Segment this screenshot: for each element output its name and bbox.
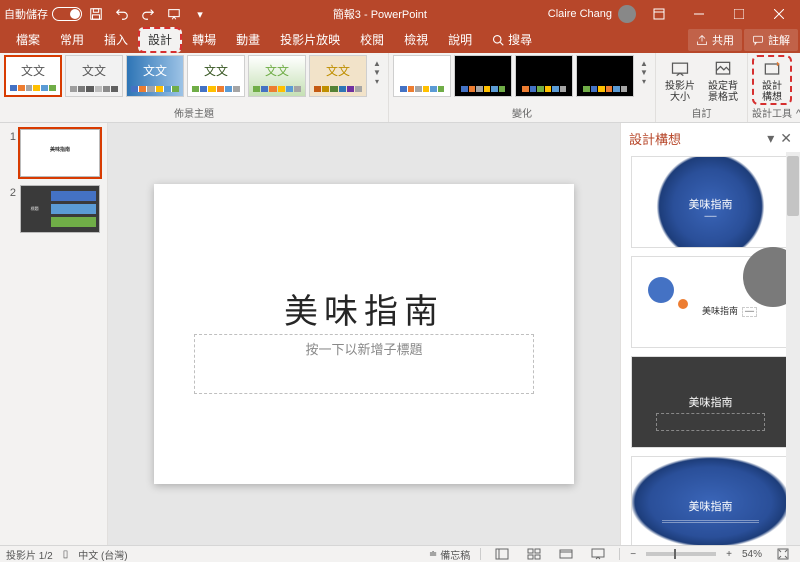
slideshow-view-button[interactable] — [587, 547, 609, 562]
variants-more-button[interactable]: ▲▼▾ — [637, 55, 651, 90]
design-ideas-icon — [762, 59, 782, 79]
slide-mini-1[interactable]: 美味指南 — [20, 129, 100, 177]
search-icon — [492, 34, 504, 46]
tab-help[interactable]: 說明 — [438, 27, 482, 53]
close-button[interactable] — [762, 0, 796, 28]
group-variants: ▲▼▾ 變化 — [389, 53, 656, 122]
group-label-variants: 變化 — [393, 105, 651, 122]
theme-thumb-6[interactable]: 文文 — [309, 55, 367, 97]
user-avatar[interactable] — [618, 5, 636, 23]
user-name[interactable]: Claire Chang — [548, 8, 612, 20]
reading-view-button[interactable] — [555, 547, 577, 562]
slide-counter[interactable]: 投影片 1/2 — [6, 547, 53, 562]
pane-header: 設計構想 ▾ ✕ — [621, 123, 800, 152]
redo-button[interactable] — [136, 3, 160, 25]
comments-button[interactable]: 註解 — [744, 29, 798, 51]
variant-thumb-4[interactable] — [576, 55, 634, 97]
themes-more-button[interactable]: ▲▼▾ — [370, 55, 384, 90]
notes-button[interactable]: ≐ 備忘稿 — [429, 547, 470, 562]
theme-thumb-2[interactable]: 文文 — [65, 55, 123, 97]
group-label-design-tools: 設計工具 — [752, 105, 792, 122]
theme-thumb-3[interactable]: 文文 — [126, 55, 184, 97]
slide-thumbnail-panel: 1 美味指南 2 標題 — [0, 123, 108, 545]
maximize-button[interactable] — [722, 0, 756, 28]
slide-size-icon — [670, 59, 690, 79]
tab-review[interactable]: 校閱 — [350, 27, 394, 53]
pane-body: 美味指南━━━━ 美味指南 ━━━ 美味指南 美味指南 — [621, 152, 800, 545]
comment-icon — [752, 34, 764, 46]
share-icon — [696, 34, 708, 46]
design-ideas-pane: 設計構想 ▾ ✕ 美味指南━━━━ 美味指南 ━━━ 美味指南 美味指南 — [620, 123, 800, 545]
share-button[interactable]: 共用 — [688, 29, 742, 51]
format-background-button[interactable]: 設定背 景格式 — [703, 55, 743, 103]
tab-transitions[interactable]: 轉場 — [182, 27, 226, 53]
slide-thumbnail-1[interactable]: 1 美味指南 — [6, 129, 101, 177]
design-idea-2[interactable]: 美味指南 ━━━ — [631, 256, 790, 348]
zoom-in-button[interactable]: + — [726, 549, 732, 560]
tab-slideshow[interactable]: 投影片放映 — [270, 27, 350, 53]
theme-thumb-4[interactable]: 文文 — [187, 55, 245, 97]
tab-insert[interactable]: 插入 — [94, 27, 138, 53]
search-box[interactable]: 搜尋 — [482, 27, 542, 53]
title-bar-right: Claire Chang — [548, 0, 796, 28]
slide-subtitle-placeholder[interactable]: 按一下以新增子標題 — [194, 334, 534, 394]
group-label-customize: 自訂 — [660, 105, 743, 122]
format-bg-icon — [713, 59, 733, 79]
tab-view[interactable]: 檢視 — [394, 27, 438, 53]
title-bar: 自動儲存 ▾ 簡報3 - PowerPoint Claire Chang — [0, 0, 800, 28]
pane-close-button[interactable]: ✕ — [780, 130, 792, 147]
tab-file[interactable]: 檔案 — [6, 27, 50, 53]
save-button[interactable] — [84, 3, 108, 25]
group-themes: 文文 文文 文文 文文 文文 文文 ▲▼▾ 佈景主題 — [0, 53, 389, 122]
slide-thumbnail-2[interactable]: 2 標題 — [6, 185, 101, 233]
present-from-start-button[interactable] — [162, 3, 186, 25]
pane-dropdown-button[interactable]: ▾ — [767, 130, 774, 147]
theme-thumb-5[interactable]: 文文 — [248, 55, 306, 97]
accessibility-icon[interactable]: ▯ — [63, 549, 69, 560]
zoom-slider[interactable] — [646, 552, 716, 556]
ribbon-display-button[interactable] — [642, 0, 676, 28]
zoom-out-button[interactable]: − — [630, 549, 636, 560]
pane-scrollbar[interactable] — [786, 152, 800, 545]
group-customize: 投影片 大小 設定背 景格式 自訂 — [656, 53, 748, 122]
main-area: 1 美味指南 2 標題 美味指南 按一下以新增子標題 設計構想 ▾ ✕ — [0, 123, 800, 545]
minimize-button[interactable] — [682, 0, 716, 28]
quick-access-toolbar: 自動儲存 ▾ — [4, 3, 212, 25]
design-idea-1[interactable]: 美味指南━━━━ — [631, 156, 790, 248]
autosave-label: 自動儲存 — [4, 6, 48, 22]
design-ideas-button[interactable]: 設計 構想 — [752, 55, 792, 105]
ribbon: 文文 文文 文文 文文 文文 文文 ▲▼▾ 佈景主題 ▲▼▾ 變化 投影片 大小 — [0, 53, 800, 123]
autosave-toggle[interactable]: 自動儲存 — [4, 6, 82, 22]
design-idea-3[interactable]: 美味指南 — [631, 356, 790, 448]
slide-mini-2[interactable]: 標題 — [20, 185, 100, 233]
theme-thumb-1[interactable]: 文文 — [4, 55, 62, 97]
status-bar: 投影片 1/2 ▯ 中文 (台灣) ≐ 備忘稿 − + 54% — [0, 545, 800, 562]
pane-title: 設計構想 — [629, 129, 681, 148]
group-design-tools: 設計 構想 設計工具 — [748, 53, 796, 122]
tab-design[interactable]: 設計 — [138, 27, 182, 53]
group-label-themes: 佈景主題 — [4, 105, 384, 122]
language-status[interactable]: 中文 (台灣) — [78, 547, 127, 562]
window-title: 簡報3 - PowerPoint — [212, 6, 548, 22]
zoom-level[interactable]: 54% — [742, 549, 762, 560]
normal-view-button[interactable] — [491, 547, 513, 562]
collapse-ribbon-button[interactable]: ^ — [796, 53, 800, 122]
slide-title[interactable]: 美味指南 — [214, 284, 514, 333]
sorter-view-button[interactable] — [523, 547, 545, 562]
qat-more-button[interactable]: ▾ — [188, 3, 212, 25]
slide-editor[interactable]: 美味指南 按一下以新增子標題 — [108, 123, 620, 545]
tab-animations[interactable]: 動畫 — [226, 27, 270, 53]
toggle-off-icon — [52, 7, 82, 21]
design-idea-4[interactable]: 美味指南 — [631, 456, 790, 545]
fit-to-window-button[interactable] — [772, 547, 794, 562]
slide-canvas[interactable]: 美味指南 按一下以新增子標題 — [154, 184, 574, 484]
slide-size-button[interactable]: 投影片 大小 — [660, 55, 700, 103]
variant-thumb-1[interactable] — [393, 55, 451, 97]
variant-thumb-2[interactable] — [454, 55, 512, 97]
tab-home[interactable]: 常用 — [50, 27, 94, 53]
undo-button[interactable] — [110, 3, 134, 25]
ribbon-tabs: 檔案 常用 插入 設計 轉場 動畫 投影片放映 校閱 檢視 說明 搜尋 共用 註… — [0, 28, 800, 53]
variant-thumb-3[interactable] — [515, 55, 573, 97]
